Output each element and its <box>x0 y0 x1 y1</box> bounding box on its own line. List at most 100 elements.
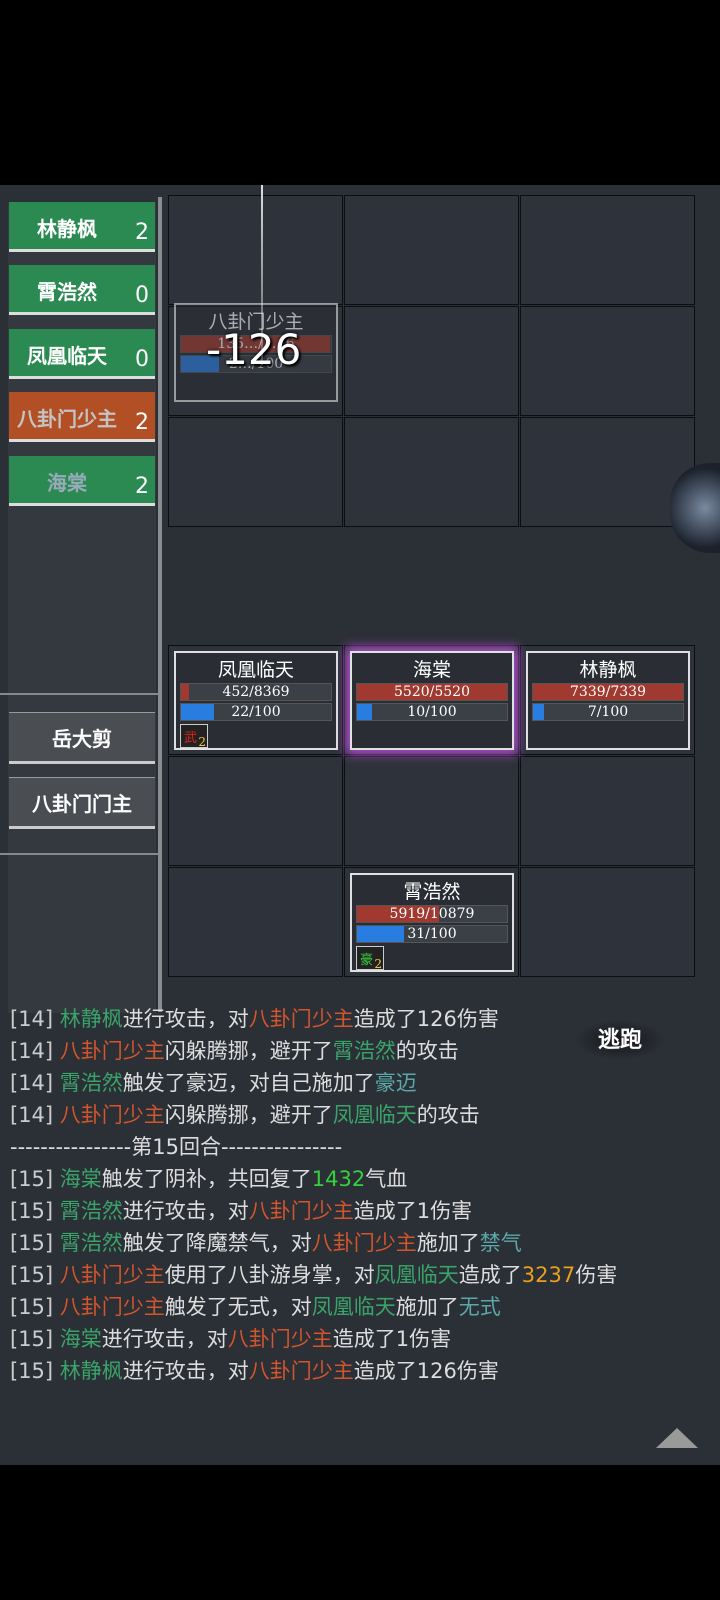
log-segment: [15] <box>10 1359 60 1383</box>
log-segment: 凤凰临天 <box>374 1263 459 1287</box>
enemy-grid: 八卦门少主 135…/1…6 2…/100 -126 <box>168 185 697 532</box>
log-segment: 霄浩然 <box>332 1039 396 1063</box>
log-segment: 触发了阴补，共回复了 <box>101 1167 312 1191</box>
turn-order-item[interactable]: 霄浩然 0 <box>9 265 155 315</box>
grid-cell[interactable] <box>168 195 343 305</box>
unit-name: 海棠 <box>412 659 451 681</box>
damage-number: -126 <box>206 325 302 374</box>
log-segment: ----------------第15回合---------------- <box>10 1135 343 1159</box>
flee-button[interactable]: 逃跑 <box>575 1020 665 1060</box>
log-segment: 八卦门少主 <box>59 1103 165 1127</box>
log-segment: 八卦门少主 <box>59 1263 165 1287</box>
ally-unit-card[interactable]: 林静枫 7339/7339 7/100 <box>526 651 690 750</box>
log-line: [15] 海棠触发了阴补，共回复了1432气血 <box>10 1163 407 1193</box>
log-segment: 霄浩然 <box>59 1071 123 1095</box>
log-segment: [14] <box>10 1007 60 1031</box>
log-segment: 林静枫 <box>59 1359 123 1383</box>
unit-name: 凤凰临天 <box>217 659 294 681</box>
log-segment: 造成了126伤害 <box>353 1359 499 1383</box>
expand-log-arrow-icon[interactable] <box>656 1428 698 1448</box>
log-segment: 凤凰临天 <box>332 1103 417 1127</box>
ally-unit-card[interactable]: 凤凰临天 452/8369 22/100 武 2 <box>174 651 338 750</box>
grid-cell[interactable] <box>520 867 695 977</box>
log-segment: [14] <box>10 1103 60 1127</box>
hp-bar: 5520/5520 <box>356 683 508 701</box>
status-effect-count: 2 <box>374 957 382 971</box>
log-segment: 进行攻击，对 <box>122 1359 249 1383</box>
hp-bar: 7339/7339 <box>532 683 684 701</box>
turn-order-item[interactable]: 八卦门少主 2 <box>9 392 155 442</box>
hp-bar: 452/8369 <box>180 683 332 701</box>
log-segment: 进行攻击，对 <box>122 1199 249 1223</box>
log-segment: 八卦门少主 <box>248 1359 354 1383</box>
unit-name: 林静枫 <box>579 659 637 681</box>
log-line: [14] 林静枫进行攻击，对八卦门少主造成了126伤害 <box>10 1003 499 1033</box>
reserve-item[interactable]: 八卦门门主 <box>9 777 155 829</box>
log-line: [14] 霄浩然触发了豪迈，对自己施加了豪迈 <box>10 1067 417 1097</box>
turn-order-name: 八卦门少主 <box>17 407 117 431</box>
log-line: [15] 海棠进行攻击，对八卦门少主造成了1伤害 <box>10 1323 451 1353</box>
log-segment: 进行攻击，对 <box>122 1007 249 1031</box>
log-segment: [15] <box>10 1295 60 1319</box>
turn-order-count: 2 <box>135 474 149 499</box>
mp-bar: 31/100 <box>356 925 508 943</box>
turn-order-count: 0 <box>135 283 149 308</box>
log-segment: [15] <box>10 1263 60 1287</box>
grid-cell[interactable] <box>168 867 343 977</box>
grid-cell[interactable] <box>344 417 519 527</box>
mp-bar: 7/100 <box>532 703 684 721</box>
divider <box>0 853 162 855</box>
grid-cell[interactable] <box>168 417 343 527</box>
grid-cell[interactable] <box>344 306 519 416</box>
turn-order-item[interactable]: 林静枫 2 <box>9 202 155 252</box>
reserve-item[interactable]: 岳大剪 <box>9 712 155 764</box>
log-segment: 进行攻击，对 <box>101 1327 228 1351</box>
grid-cell[interactable] <box>344 756 519 866</box>
log-segment: [15] <box>10 1327 60 1351</box>
status-effect-badge[interactable]: 豪 2 <box>356 946 384 971</box>
turn-order-count: 0 <box>135 347 149 372</box>
grid-cell[interactable] <box>344 195 519 305</box>
divider <box>0 693 162 695</box>
turn-order-count: 2 <box>135 220 149 245</box>
log-segment: [14] <box>10 1071 60 1095</box>
mp-text: 10/100 <box>407 704 457 720</box>
turn-order-name: 林静枫 <box>37 217 97 241</box>
log-segment: 造成了126伤害 <box>353 1007 499 1031</box>
log-segment: 触发了豪迈，对自己施加了 <box>122 1071 375 1095</box>
log-segment: 造成了1伤害 <box>332 1327 452 1351</box>
ally-unit-card-selected[interactable]: 海棠 5520/5520 10/100 <box>350 651 514 750</box>
grid-cell[interactable] <box>168 756 343 866</box>
turn-order-name: 霄浩然 <box>37 280 97 304</box>
grid-cell[interactable] <box>520 417 695 527</box>
log-segment: 禁气 <box>479 1231 522 1255</box>
grid-cell[interactable] <box>520 756 695 866</box>
status-effect-badge[interactable]: 武 2 <box>180 724 208 749</box>
ally-unit-card[interactable]: 霄浩然 5919/10879 31/100 豪 2 <box>350 873 514 972</box>
log-segment: 施加了 <box>395 1295 459 1319</box>
log-segment: 豪迈 <box>374 1071 417 1095</box>
log-segment: 八卦门少主 <box>227 1327 333 1351</box>
log-segment: 3237 <box>521 1263 576 1287</box>
hp-text: 452/8369 <box>222 684 290 700</box>
log-segment: [14] <box>10 1039 60 1063</box>
turn-order-count: 2 <box>135 410 149 435</box>
status-effect-count: 2 <box>198 735 206 749</box>
turn-order-item[interactable]: 海棠 2 <box>9 456 155 506</box>
log-segment: 八卦门少主 <box>248 1199 354 1223</box>
mp-text: 31/100 <box>407 926 457 942</box>
log-segment: 的攻击 <box>395 1039 459 1063</box>
log-segment: 施加了 <box>416 1231 480 1255</box>
grid-cell[interactable] <box>520 306 695 416</box>
log-segment: 霄浩然 <box>59 1231 123 1255</box>
ally-grid: 凤凰临天 452/8369 22/100 武 2 海棠 5520/5520 10… <box>168 645 697 982</box>
log-segment: 八卦门少主 <box>59 1039 165 1063</box>
log-segment: 海棠 <box>59 1167 102 1191</box>
turn-order-item[interactable]: 凤凰临天 0 <box>9 329 155 379</box>
mp-text: 7/100 <box>587 704 629 720</box>
log-segment: 使用了八卦游身掌，对 <box>164 1263 375 1287</box>
turn-order-name: 凤凰临天 <box>27 344 107 368</box>
log-segment: 气血 <box>365 1167 408 1191</box>
grid-cell[interactable] <box>520 195 695 305</box>
mp-bar: 10/100 <box>356 703 508 721</box>
